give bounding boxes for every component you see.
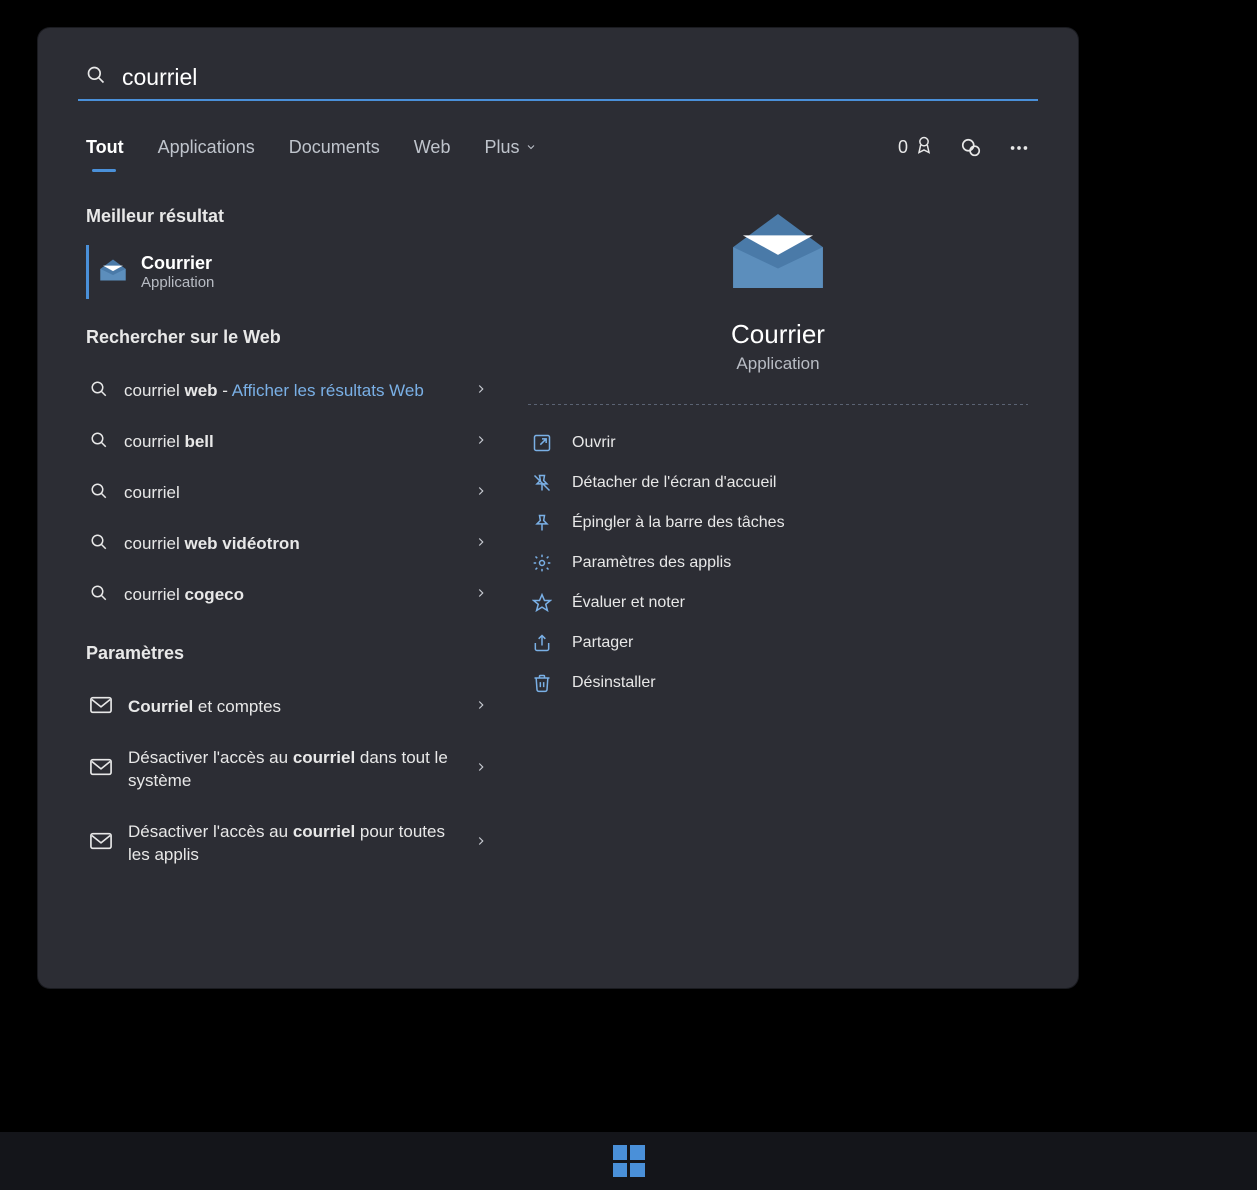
- action-open[interactable]: Ouvrir: [528, 423, 1028, 463]
- chevron-right-icon: [474, 834, 488, 853]
- tab-apps[interactable]: Applications: [158, 137, 255, 158]
- pin-icon: [532, 513, 552, 533]
- web-result-4-text: courriel web vidéotron: [124, 533, 300, 556]
- search-icon: [90, 482, 108, 505]
- taskbar: [0, 1132, 1257, 1190]
- more-options-icon[interactable]: [1008, 137, 1030, 159]
- start-button[interactable]: [613, 1145, 645, 1177]
- settings-header: Paramètres: [86, 643, 498, 664]
- tabs-right: 0: [898, 135, 1030, 160]
- settings-result-1[interactable]: Courriel et comptes: [86, 682, 498, 733]
- settings-result-2-text: Désactiver l'accès au courriel dans tout…: [128, 747, 458, 793]
- best-result-sub: Application: [141, 274, 214, 291]
- results-left: Meilleur résultat Courrier Application R…: [38, 206, 498, 881]
- action-unpin-label: Détacher de l'écran d'accueil: [572, 474, 776, 492]
- best-result-text: Courrier Application: [141, 253, 214, 291]
- tab-documents[interactable]: Documents: [289, 137, 380, 158]
- mail-outline-icon: [90, 832, 112, 855]
- mail-app-icon: [99, 259, 127, 286]
- action-pin-taskbar-label: Épingler à la barre des tâches: [572, 514, 785, 532]
- action-rate-label: Évaluer et noter: [572, 594, 685, 612]
- settings-result-3[interactable]: Désactiver l'accès au courriel pour tout…: [86, 807, 498, 881]
- medal-icon: [914, 135, 934, 160]
- rewards-count: 0: [898, 137, 908, 158]
- mail-outline-icon: [90, 758, 112, 781]
- tab-web[interactable]: Web: [414, 137, 451, 158]
- best-result-item[interactable]: Courrier Application: [86, 245, 498, 299]
- action-unpin-start[interactable]: Détacher de l'écran d'accueil: [528, 463, 1028, 503]
- preview-title: Courrier: [731, 319, 825, 350]
- chevron-right-icon: [474, 484, 488, 503]
- action-share[interactable]: Partager: [528, 623, 1028, 663]
- mail-app-icon-large: [728, 212, 828, 319]
- preview-sub: Application: [736, 354, 819, 374]
- search-panel: Tout Applications Documents Web Plus 0: [38, 28, 1078, 988]
- trash-icon: [532, 673, 552, 693]
- chevron-right-icon: [474, 382, 488, 401]
- settings-result-1-text: Courriel et comptes: [128, 696, 281, 719]
- preview-pane: Courrier Application Ouvrir Détacher de …: [498, 206, 1078, 881]
- share-icon: [532, 633, 552, 653]
- chevron-right-icon: [474, 433, 488, 452]
- search-icon: [90, 584, 108, 607]
- chevron-right-icon: [474, 535, 488, 554]
- search-row: [38, 28, 1078, 99]
- star-icon: [532, 593, 552, 613]
- web-result-5[interactable]: courriel cogeco: [86, 570, 498, 621]
- action-uninstall-label: Désinstaller: [572, 674, 656, 692]
- unpin-icon: [532, 473, 552, 493]
- search-icon: [90, 380, 108, 403]
- gear-icon: [532, 553, 552, 573]
- action-app-settings-label: Paramètres des applis: [572, 554, 731, 572]
- tab-all[interactable]: Tout: [86, 137, 124, 158]
- action-app-settings[interactable]: Paramètres des applis: [528, 543, 1028, 583]
- settings-result-2[interactable]: Désactiver l'accès au courriel dans tout…: [86, 733, 498, 807]
- settings-result-3-text: Désactiver l'accès au courriel pour tout…: [128, 821, 458, 867]
- chevron-right-icon: [474, 586, 488, 605]
- web-result-5-text: courriel cogeco: [124, 584, 244, 607]
- web-result-2-text: courriel bell: [124, 431, 214, 454]
- web-result-1-text: courriel web - Afficher les résultats We…: [124, 380, 424, 403]
- tabs-row: Tout Applications Documents Web Plus 0: [38, 101, 1078, 160]
- action-open-label: Ouvrir: [572, 434, 616, 452]
- search-input[interactable]: [122, 64, 1030, 91]
- chevron-right-icon: [474, 760, 488, 779]
- rewards-button[interactable]: 0: [898, 135, 934, 160]
- best-result-title: Courrier: [141, 253, 214, 274]
- tab-more[interactable]: Plus: [484, 137, 537, 158]
- search-icon: [90, 533, 108, 556]
- web-result-2[interactable]: courriel bell: [86, 417, 498, 468]
- search-icon: [90, 431, 108, 454]
- web-result-4[interactable]: courriel web vidéotron: [86, 519, 498, 570]
- web-result-1[interactable]: courriel web - Afficher les résultats We…: [86, 366, 498, 417]
- web-result-3-text: courriel: [124, 482, 180, 505]
- search-icon: [86, 65, 106, 90]
- mail-outline-icon: [90, 696, 112, 719]
- action-pin-taskbar[interactable]: Épingler à la barre des tâches: [528, 503, 1028, 543]
- open-icon: [532, 433, 552, 453]
- action-share-label: Partager: [572, 634, 633, 652]
- web-header: Rechercher sur le Web: [86, 327, 498, 348]
- action-uninstall[interactable]: Désinstaller: [528, 663, 1028, 703]
- web-result-3[interactable]: courriel: [86, 468, 498, 519]
- content: Meilleur résultat Courrier Application R…: [38, 160, 1078, 881]
- preview-header: Courrier Application: [528, 206, 1028, 423]
- divider: [528, 404, 1028, 405]
- chevron-down-icon: [525, 137, 537, 158]
- action-rate[interactable]: Évaluer et noter: [528, 583, 1028, 623]
- best-result-header: Meilleur résultat: [86, 206, 498, 227]
- chat-icon[interactable]: [960, 137, 982, 159]
- chevron-right-icon: [474, 698, 488, 717]
